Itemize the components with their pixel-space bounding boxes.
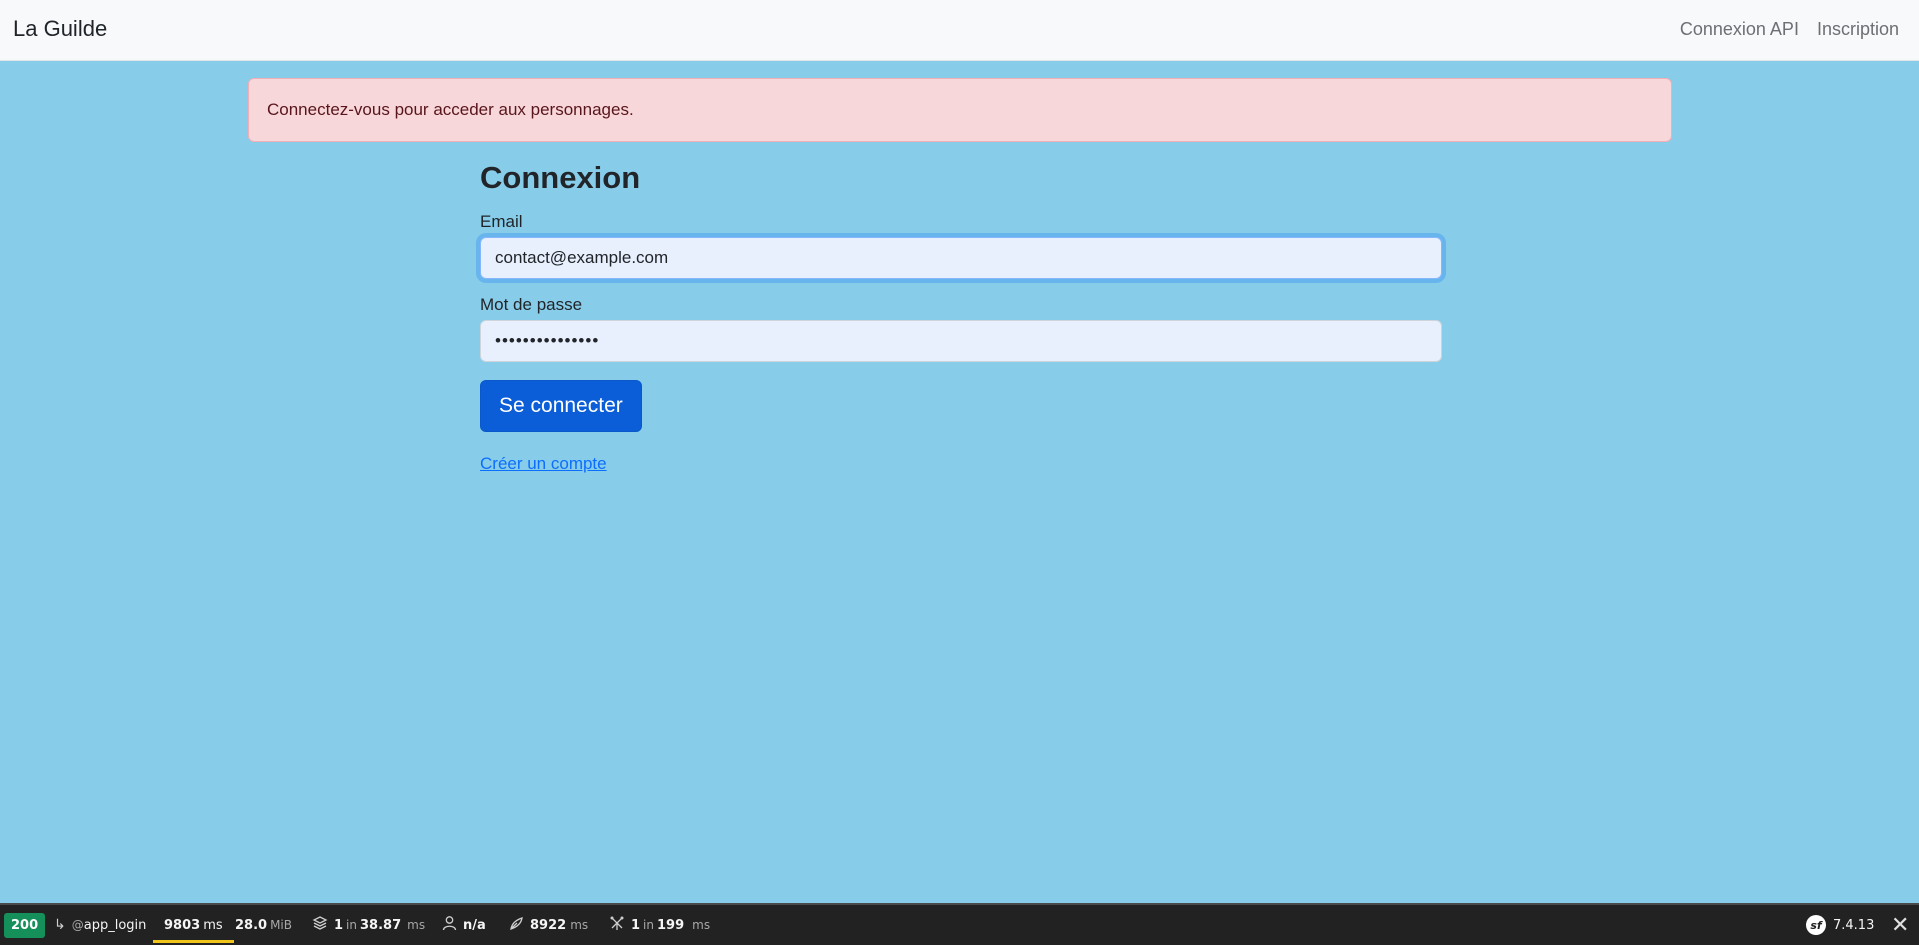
email-field[interactable] (480, 237, 1442, 279)
route-name: app_login (83, 917, 147, 933)
toolbar-time[interactable]: 9803 ms (153, 905, 234, 945)
route-arrow-icon: ↳ (54, 917, 66, 933)
toolbar-user[interactable]: n/a (442, 905, 486, 945)
toolbar-twig[interactable]: 8922 ms (508, 905, 588, 945)
alert-message: Connectez-vous pour acceder aux personna… (267, 100, 634, 119)
close-icon: ✕ (1891, 912, 1910, 938)
symfony-logo-icon: sf (1806, 915, 1826, 935)
password-field[interactable] (480, 320, 1442, 362)
memory-value: 28.0 (235, 917, 268, 933)
nav-link-inscription[interactable]: Inscription (1817, 19, 1899, 40)
create-account-link[interactable]: Créer un compte (480, 454, 1442, 474)
password-label: Mot de passe (480, 295, 583, 314)
database-icon (609, 915, 625, 935)
toolbar-route[interactable]: ↳ @ app_login (54, 905, 146, 945)
user-value: n/a (463, 917, 486, 933)
memory-unit: MiB (270, 918, 292, 932)
toolbar-symfony-version[interactable]: sf 7.4.13 (1806, 905, 1874, 945)
leaf-icon (508, 915, 524, 935)
status-badge: 200 (4, 912, 46, 938)
time-unit: ms (203, 917, 223, 933)
nav-links: Connexion API Inscription (1680, 19, 1899, 40)
top-navbar: La Guilde Connexion API Inscription (0, 0, 1919, 61)
toolbar-cache[interactable]: 1 in 38.87 ms (312, 905, 425, 945)
login-required-alert: Connectez-vous pour acceder aux personna… (248, 78, 1672, 142)
login-form: Connexion Email Mot de passe Se connecte… (480, 160, 1442, 474)
page-title: Connexion (480, 160, 641, 195)
toolbar-memory[interactable]: 28.0 MiB (235, 905, 292, 945)
toolbar-database[interactable]: 1 in 199 ms (609, 905, 710, 945)
toolbar-close-button[interactable]: ✕ (1891, 905, 1909, 945)
user-icon (442, 915, 457, 935)
brand-link[interactable]: La Guilde (13, 16, 107, 42)
nav-link-connexion-api[interactable]: Connexion API (1680, 19, 1799, 40)
time-value: 9803 (164, 917, 201, 933)
symfony-debug-toolbar: 200 ↳ @ app_login 9803 ms 28.0 MiB 1 in … (0, 903, 1919, 945)
symfony-version: 7.4.13 (1833, 917, 1875, 933)
layers-icon (312, 915, 328, 935)
email-label: Email (480, 212, 523, 231)
toolbar-status[interactable]: 200 (4, 905, 46, 945)
login-submit-button[interactable]: Se connecter (480, 380, 642, 432)
